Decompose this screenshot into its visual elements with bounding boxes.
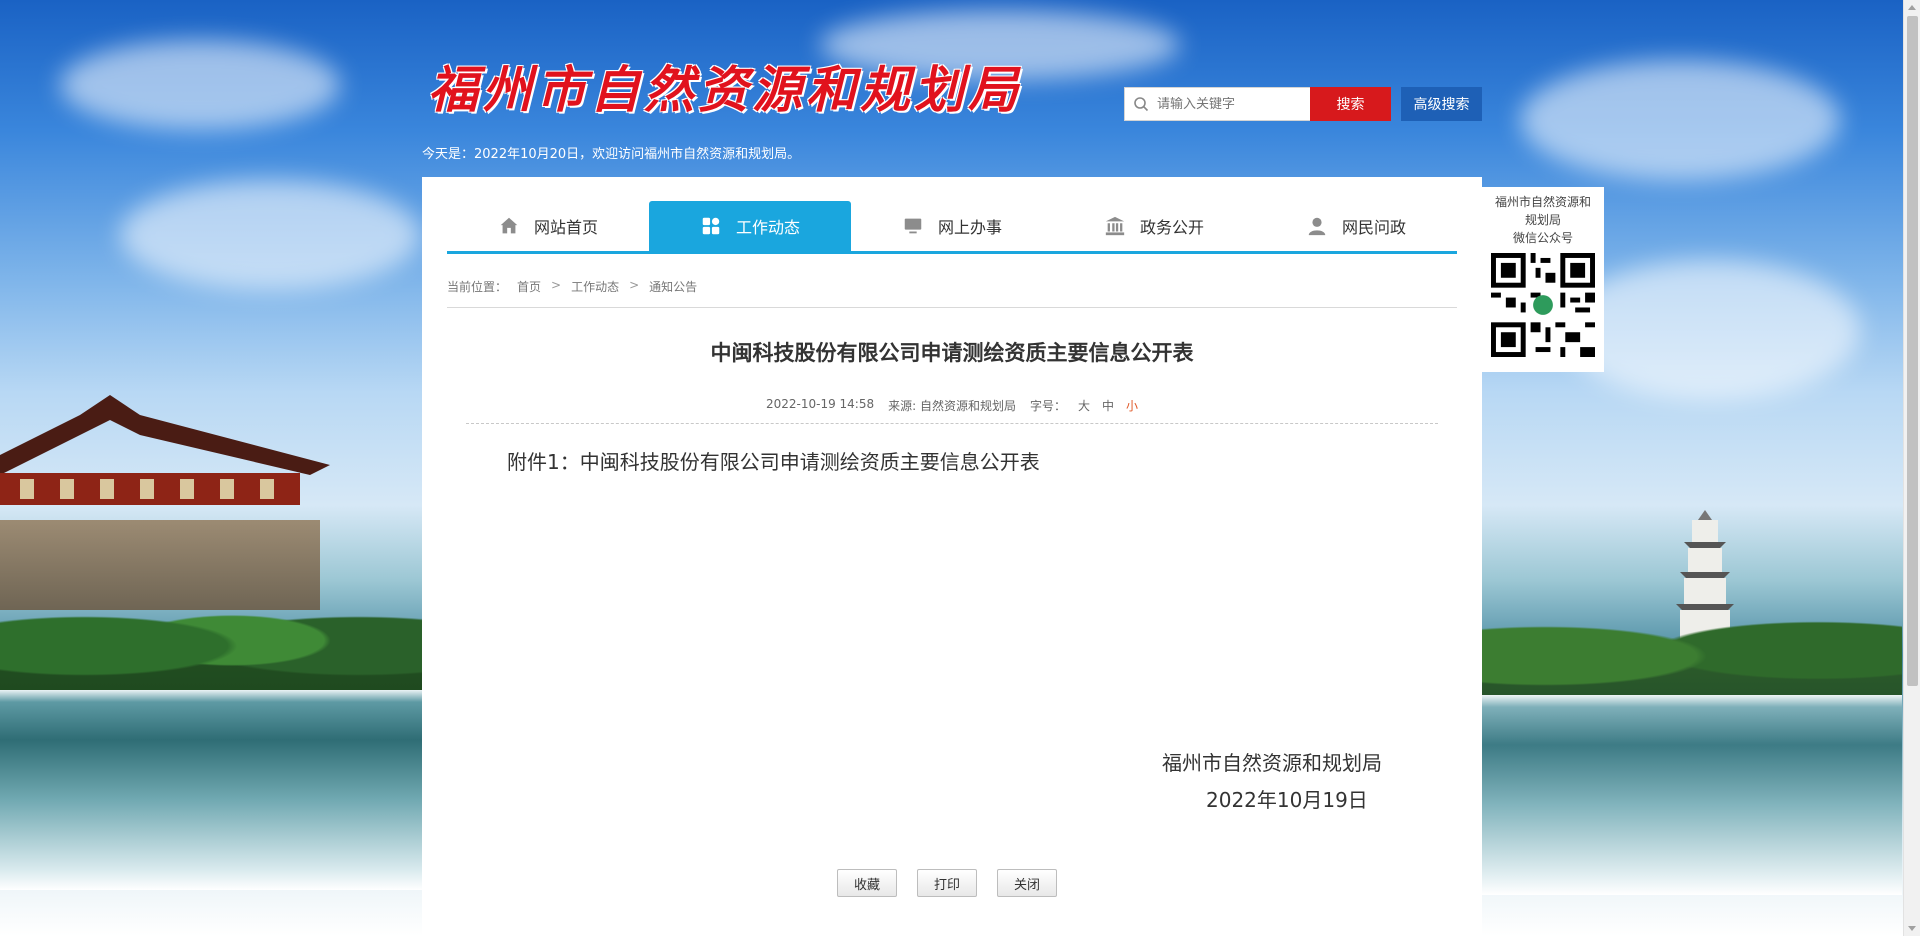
qr-caption-line1: 福州市自然资源和: [1494, 195, 1591, 209]
nav-item-work-news[interactable]: 工作动态: [649, 201, 851, 251]
scrollbar-thumb[interactable]: [1907, 16, 1918, 686]
article-date: 2022-10-19 14:58: [765, 397, 875, 411]
article-title: 中闽科技股份有限公司申请测绘资质主要信息公开表: [710, 341, 1194, 365]
nav-item-label: 工作动态: [735, 218, 800, 237]
trees-illustration: [1482, 590, 1902, 700]
search-button[interactable]: 搜索: [1310, 87, 1391, 121]
breadcrumb-prefix: 当前位置：: [447, 280, 508, 294]
qr-caption-line3: 微信公众号: [1512, 231, 1573, 245]
qr-caption-line2: 规划局: [1524, 213, 1561, 227]
article-meta: 2022-10-19 14:58 来源: 自然资源和规划局 字号： 大 中 小: [466, 397, 1438, 424]
article-source: 来源: 自然资源和规划局: [888, 399, 1016, 413]
breadcrumb-item-notices[interactable]: 通知公告: [649, 278, 697, 295]
favorite-button[interactable]: 收藏: [837, 869, 897, 897]
nav-item-home[interactable]: 网站首页: [447, 201, 649, 251]
advanced-search-button[interactable]: 高级搜索: [1401, 87, 1482, 121]
grid-icon: [702, 217, 720, 235]
font-size-label: 字号：: [1029, 399, 1066, 413]
close-button[interactable]: 关闭: [997, 869, 1057, 897]
search-icon: [1125, 96, 1157, 112]
page-scrollbar[interactable]: [1903, 0, 1920, 936]
right-scenery: [1482, 0, 1902, 936]
nav-item-label: 政务公开: [1139, 218, 1204, 237]
scroll-down-icon[interactable]: [1908, 926, 1916, 931]
nav-item-label: 网上办事: [937, 218, 1002, 237]
qr-code-image: [1491, 253, 1595, 357]
lake-illustration: [1482, 695, 1902, 895]
home-icon: [500, 217, 518, 234]
lake-illustration: [0, 690, 422, 890]
nav-item-online-services[interactable]: 网上办事: [851, 201, 1053, 251]
user-icon: [1308, 217, 1326, 236]
nav-item-government-info[interactable]: 政务公开: [1053, 201, 1255, 251]
breadcrumb-item-work-news[interactable]: 工作动态: [571, 278, 619, 295]
site-logo[interactable]: 福州市自然资源和规划局: [428, 50, 1022, 122]
temple-roof-illustration: [0, 395, 330, 505]
main-panel: 网站首页 工作动态 网上办事 政务公开 网民问政 当前位置： 首页 > 工作动态…: [422, 177, 1482, 936]
article-actions: 收藏 打印 关闭: [837, 869, 1057, 897]
search-box[interactable]: [1124, 87, 1311, 121]
today-date-text: 今天是：2022年10月20日，欢迎访问福州市自然资源和规划局。: [422, 147, 801, 162]
attachment-link[interactable]: 附件1：中闽科技股份有限公司申请测绘资质主要信息公开表: [507, 446, 1040, 475]
breadcrumb: 当前位置： 首页 > 工作动态 > 通知公告: [447, 278, 1457, 308]
main-nav: 网站首页 工作动态 网上办事 政务公开 网民问政: [447, 201, 1457, 254]
print-button[interactable]: 打印: [917, 869, 977, 897]
trees-illustration: [0, 580, 422, 690]
wechat-qr-widget[interactable]: 福州市自然资源和 规划局 微信公众号: [1482, 187, 1604, 372]
signature-date: 2022年10月19日: [1206, 788, 1368, 812]
chevron-right-icon: >: [551, 278, 562, 292]
signature-organization: 福州市自然资源和规划局: [1162, 751, 1382, 775]
font-size-small[interactable]: 小: [1126, 397, 1138, 423]
nav-item-label: 网民问政: [1341, 218, 1406, 237]
bank-icon: [1105, 216, 1125, 236]
breadcrumb-item-home[interactable]: 首页: [517, 278, 541, 295]
nav-item-public-inquiry[interactable]: 网民问政: [1255, 201, 1457, 251]
font-size-medium[interactable]: 中: [1102, 397, 1114, 423]
search-input[interactable]: [1157, 96, 1307, 112]
nav-item-label: 网站首页: [533, 218, 598, 237]
font-size-large[interactable]: 大: [1078, 397, 1090, 423]
left-scenery: [0, 0, 422, 936]
font-size-controls: 字号： 大 中 小: [1030, 397, 1138, 423]
chevron-right-icon: >: [629, 278, 640, 292]
monitor-icon: [904, 218, 922, 234]
scroll-up-icon[interactable]: [1908, 5, 1916, 10]
